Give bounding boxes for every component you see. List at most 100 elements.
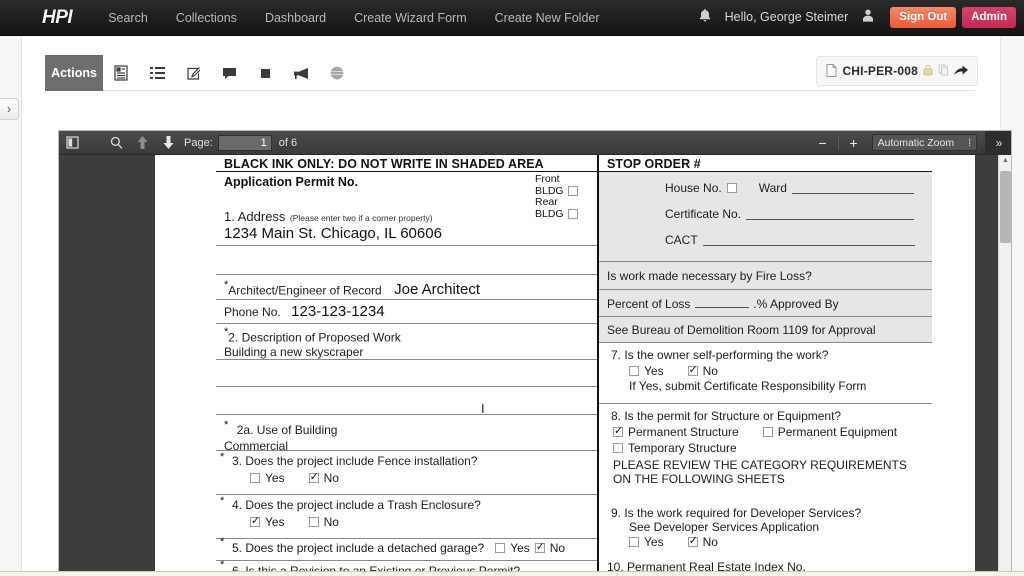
arrow-up-icon[interactable] (129, 131, 155, 155)
scrollbar-thumb[interactable] (1000, 171, 1011, 243)
question-4-options: Yes No (250, 514, 589, 529)
zoom-in-button[interactable]: + (842, 131, 866, 155)
q7-no-checkbox[interactable] (687, 363, 698, 376)
question-8-row-2: Temporary Structure (613, 441, 924, 455)
copy-icon[interactable] (938, 64, 949, 78)
page-body: › Actions CHI-PER-008 Page: 1 of 6 − + A… (0, 36, 1024, 576)
ward-field[interactable] (791, 183, 914, 194)
question-5-row: 5. Does the project include a detached g… (232, 540, 589, 555)
stop-order-banner: STOP ORDER # (599, 155, 932, 172)
phone-value[interactable]: 123-123-1234 (291, 303, 384, 320)
bldg-flags: Front BLDG Rear BLDG (535, 173, 591, 220)
page-number-input[interactable] (217, 134, 272, 151)
pdf-viewer: Page: of 6 − + Automatic Zoom ⁞ » (58, 130, 1012, 576)
greeting-text: Hello, George Steimer (724, 10, 849, 25)
percent-loss-field[interactable] (694, 297, 749, 308)
q3-yes-checkbox[interactable] (250, 473, 260, 483)
q3-no-checkbox[interactable] (308, 470, 319, 483)
q8-temporary-structure-label: Temporary Structure (628, 441, 737, 455)
q5-yes-label: Yes (510, 541, 530, 555)
left-rail-expand-button[interactable]: › (0, 98, 19, 120)
form-left-column: BLACK INK ONLY: DO NOT WRITE IN SHADED A… (216, 155, 599, 576)
more-tools-button[interactable]: » (985, 131, 1011, 155)
megaphone-icon[interactable] (283, 55, 319, 91)
address-label: 1. Address (224, 209, 286, 224)
sidebar-toggle-icon[interactable] (59, 131, 85, 155)
percent-approved-label: .% Approved By (753, 297, 839, 311)
architect-cell: *Architect/Engineer of Record Joe Archit… (216, 275, 597, 416)
q7-yes-checkbox[interactable] (629, 366, 639, 376)
rear-bldg-label: BLDG (535, 207, 564, 220)
q4-no-label: No (323, 515, 339, 529)
nav-link-create-new-folder[interactable]: Create New Folder (481, 0, 614, 36)
lock-icon[interactable] (923, 64, 933, 78)
scroll-up-arrow-icon[interactable]: ▲ (999, 155, 1011, 166)
sign-out-button[interactable]: Sign Out (890, 7, 957, 28)
zoom-out-button[interactable]: − (811, 131, 835, 155)
use-of-building-label: 2a. Use of Building (236, 423, 338, 438)
use-of-building-cell: * 2a. Use of Building Commercial (216, 415, 597, 453)
q8-permanent-equipment-checkbox[interactable] (762, 427, 773, 437)
user-icon[interactable] (860, 9, 884, 25)
pdf-page-area: BLACK INK ONLY: DO NOT WRITE IN SHADED A… (59, 155, 1000, 576)
arrow-down-icon[interactable] (155, 131, 181, 155)
footer-strip (0, 571, 1024, 576)
architect-label: Architect/Engineer of Record (228, 283, 382, 298)
stop-square-icon[interactable] (247, 55, 283, 91)
bell-icon[interactable] (689, 8, 721, 26)
certificate-no-row: Certificate No. (665, 207, 924, 221)
form-document-icon[interactable] (103, 55, 139, 91)
edit-pencil-icon[interactable] (175, 55, 211, 91)
q4-no-checkbox[interactable] (308, 517, 319, 527)
percent-loss-cell: Percent of Loss .% Approved By (599, 290, 932, 326)
file-icon (826, 63, 837, 79)
question-3-cell: * 3. Does the project include Fence inst… (216, 451, 597, 495)
brand-logo[interactable]: HPI (0, 7, 94, 29)
q8-temporary-structure-checkbox[interactable] (613, 443, 623, 453)
cact-label: CACT (665, 233, 698, 247)
question-8-label: 8. Is the permit for Structure or Equipm… (611, 409, 842, 423)
permit-no-cell: Application Permit No. Front BLDG Rear B… (216, 172, 597, 246)
admin-button[interactable]: Admin (962, 7, 1016, 28)
front-bldg-checkbox[interactable] (567, 186, 578, 197)
nav-link-collections[interactable]: Collections (162, 0, 251, 36)
required-star: * (224, 419, 229, 431)
q5-no-checkbox[interactable] (534, 540, 545, 553)
nav-link-create-wizard-form[interactable]: Create Wizard Form (340, 0, 481, 36)
nav-link-dashboard[interactable]: Dashboard (251, 0, 340, 36)
comment-icon[interactable] (211, 55, 247, 91)
question-7-cell: 7. Is the owner self-performing the work… (599, 343, 932, 404)
search-icon[interactable] (103, 131, 129, 155)
house-no-label: House No. (665, 181, 722, 195)
globe-icon[interactable] (319, 55, 355, 91)
zoom-level-select[interactable]: Automatic Zoom ⁞ (871, 134, 977, 151)
demolition-note-cell: See Bureau of Demolition Room 1109 for A… (599, 317, 932, 343)
q5-yes-checkbox[interactable] (495, 543, 506, 553)
q9-yes-checkbox[interactable] (629, 537, 639, 547)
description-value[interactable]: Building a new skyscraper (224, 345, 589, 359)
q8-permanent-structure-checkbox[interactable] (613, 424, 623, 437)
share-arrow-icon[interactable] (954, 64, 968, 78)
document-tab[interactable]: CHI-PER-008 (816, 56, 978, 86)
certificate-no-field[interactable] (746, 209, 915, 220)
actions-button[interactable]: Actions (45, 55, 103, 91)
list-icon[interactable] (139, 55, 175, 91)
front-label: Front (535, 173, 560, 185)
architect-value[interactable]: Joe Architect (394, 281, 480, 298)
rear-bldg-checkbox[interactable] (567, 209, 578, 220)
q4-yes-checkbox[interactable] (250, 514, 260, 527)
address-hint: (Please enter two if a corner property) (289, 213, 433, 223)
question-8-cell: 8. Is the permit for Structure or Equipm… (599, 404, 932, 500)
address-value[interactable]: 1234 Main St. Chicago, IL 60606 (224, 225, 442, 242)
viewer-scrollbar[interactable]: ▲ (998, 155, 1011, 576)
question-5-label: 5. Does the project include a detached g… (232, 541, 485, 555)
nav-link-search[interactable]: Search (94, 0, 162, 36)
q8-permanent-equipment-label: Permanent Equipment (777, 425, 898, 439)
question-4-cell: * 4. Does the project include a Trash En… (216, 495, 597, 539)
permit-form: BLACK INK ONLY: DO NOT WRITE IN SHADED A… (216, 155, 932, 576)
required-star: * (220, 559, 225, 571)
cact-field[interactable] (702, 235, 915, 246)
question-9-cell: 9. Is the work required for Developer Se… (599, 500, 932, 556)
q9-no-checkbox[interactable] (687, 534, 698, 547)
house-no-checkbox[interactable] (726, 183, 737, 193)
